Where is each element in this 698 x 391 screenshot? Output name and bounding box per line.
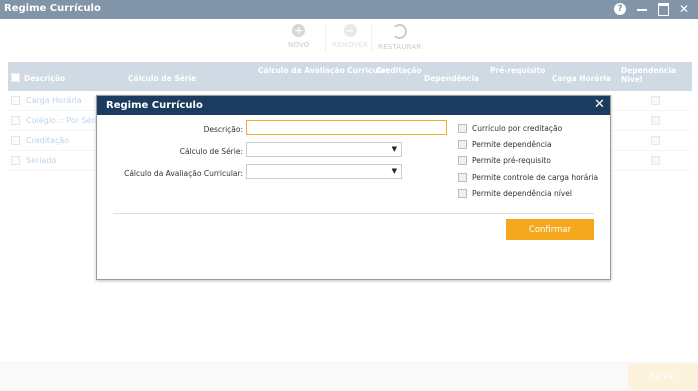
option-checkbox[interactable] (458, 189, 467, 198)
option-checkbox[interactable] (458, 156, 467, 165)
option-curriculo-creditacao[interactable]: Currículo por creditação (458, 124, 562, 133)
option-label: Permite dependência (472, 140, 552, 149)
option-permite-pre-requisito[interactable]: Permite pré-requisito (458, 156, 551, 165)
option-label: Permite pré-requisito (472, 156, 551, 165)
dialog-close-icon[interactable]: ✕ (594, 97, 605, 112)
descricao-input[interactable] (246, 120, 447, 135)
option-checkbox[interactable] (458, 173, 467, 182)
option-permite-carga-horaria[interactable]: Permite controle de carga horária (458, 173, 598, 182)
descricao-label: Descrição: (203, 125, 243, 134)
option-label: Permite controle de carga horária (472, 173, 599, 182)
calculo-serie-label: Cálculo de Série: (179, 147, 243, 156)
chevron-down-icon: ▼ (391, 167, 397, 175)
calculo-serie-select[interactable]: ▼ (246, 142, 402, 157)
dialog-title: Regime Currículo (106, 100, 203, 111)
option-label: Permite dependência nível (472, 189, 572, 198)
chevron-down-icon: ▼ (391, 145, 397, 153)
option-checkbox[interactable] (458, 124, 467, 133)
calculo-avaliacao-select[interactable]: ▼ (246, 164, 402, 179)
regime-dialog: Regime Currículo ✕ Descrição: Cálculo de… (96, 95, 611, 280)
dialog-divider (113, 213, 594, 214)
dialog-header: Regime Currículo ✕ (97, 96, 610, 115)
option-label: Currículo por creditação (472, 124, 563, 133)
option-checkbox[interactable] (458, 140, 467, 149)
option-permite-dependencia[interactable]: Permite dependência (458, 140, 552, 149)
option-permite-dependencia-nivel[interactable]: Permite dependência nível (458, 189, 572, 198)
calculo-avaliacao-label: Cálculo da Avaliação Curricular: (124, 169, 243, 178)
confirm-button[interactable]: Confirmar (506, 219, 594, 240)
